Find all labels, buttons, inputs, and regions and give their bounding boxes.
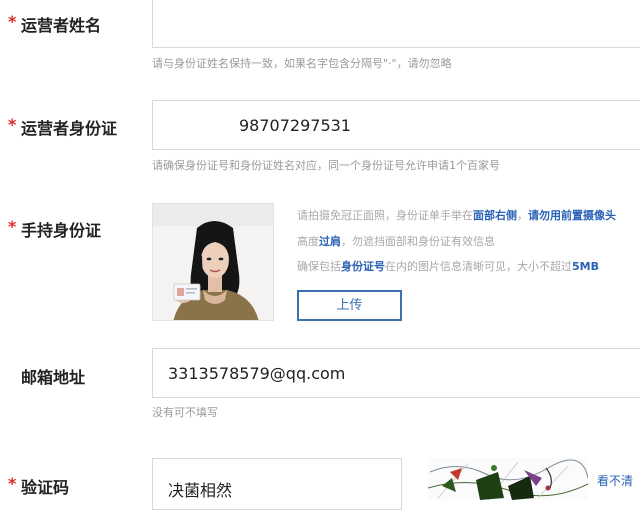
person-holding-id-image [153, 204, 273, 320]
upload-button[interactable]: 上传 [297, 290, 402, 321]
operator-id-value: 98707297531 [239, 116, 351, 135]
email-input[interactable]: 3313578579@qq.com [152, 348, 640, 398]
captcha-input[interactable]: 决菌相然 [152, 458, 402, 510]
operator-id-label: 运营者身份证 [21, 119, 118, 138]
required-mark: * [8, 12, 17, 31]
operator-name-input[interactable] [152, 0, 640, 48]
refresh-captcha-link[interactable]: 看不清 [597, 472, 633, 489]
photo-hint-line-1: 请拍摄免冠正面照，身份证单手举在面部右侧，请勿用前置摄像头 [297, 209, 616, 222]
photo-hint-line-2: 高度过肩，勿遮挡面部和身份证有效信息 [297, 235, 495, 248]
photo-hint-line-3: 确保包括身份证号在内的图片信息清晰可见，大小不超过5MB [297, 260, 599, 273]
operator-id-hint: 请确保身份证号和身份证姓名对应，同一个身份证号允许申请1个百家号 [152, 159, 500, 172]
id-photo-label: 手持身份证 [21, 221, 102, 240]
captcha-noise-graphic [428, 458, 588, 500]
operator-name-hint: 请与身份证姓名保持一致，如果名字包含分隔号"·"，请勿忽略 [152, 57, 452, 70]
required-mark: * [8, 474, 17, 493]
captcha-value: 决菌相然 [168, 481, 233, 500]
required-mark: * [8, 115, 17, 134]
captcha-label: 验证码 [21, 478, 70, 497]
operator-id-input[interactable]: 98707297531 [152, 100, 640, 150]
email-hint: 没有可不填写 [152, 406, 218, 419]
required-mark: * [8, 217, 17, 236]
id-photo-preview [152, 203, 274, 321]
operator-name-label: 运营者姓名 [21, 16, 102, 35]
email-value: 3313578579@qq.com [168, 364, 346, 383]
captcha-image[interactable] [428, 458, 588, 500]
email-label: 邮箱地址 [21, 368, 86, 387]
